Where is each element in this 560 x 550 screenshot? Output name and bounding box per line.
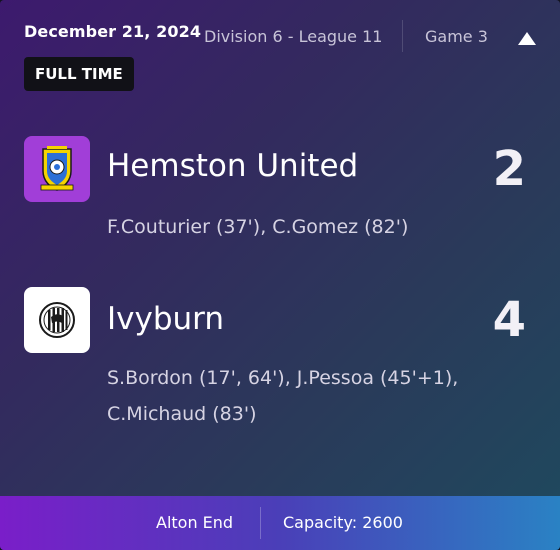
ivyburn-crest-icon [39,302,75,338]
status-badge: FULL TIME [24,57,134,91]
home-team-name[interactable]: Hemston United [107,148,358,184]
away-team-name[interactable]: Ivyburn [107,301,224,337]
hemston-united-crest-icon [40,146,74,191]
match-header: December 21, 2024 Division 6 - League 11… [0,0,560,52]
match-date: December 21, 2024 [24,22,202,41]
game-label: Game 3 [425,27,488,46]
home-team-score: 2 [492,141,526,197]
home-scorers: F.Couturier (37'), C.Gomez (82') [107,209,408,245]
home-team-badge [24,136,90,202]
collapse-button[interactable] [514,27,540,49]
away-scorers-line-2: C.Michaud (83') [107,403,257,425]
venue-capacity: Capacity: 2600 [283,513,403,532]
header-divider [402,20,403,52]
venue-name: Alton End [156,513,234,532]
away-scorers: S.Bordon (17', 64'), J.Pessoa (45'+1), C… [107,360,458,432]
venue-footer: Alton End Capacity: 2600 [0,496,560,550]
home-scorers-line: F.Couturier (37'), C.Gomez (82') [107,216,409,238]
division-label: Division 6 - League 11 [204,27,383,46]
footer-divider [260,507,261,539]
chevron-up-icon [518,31,536,45]
away-team-badge [24,287,90,353]
away-team-score: 4 [492,292,526,348]
match-card: December 21, 2024 Division 6 - League 11… [0,0,560,550]
away-scorers-line-1: S.Bordon (17', 64'), J.Pessoa (45'+1), [107,367,459,389]
